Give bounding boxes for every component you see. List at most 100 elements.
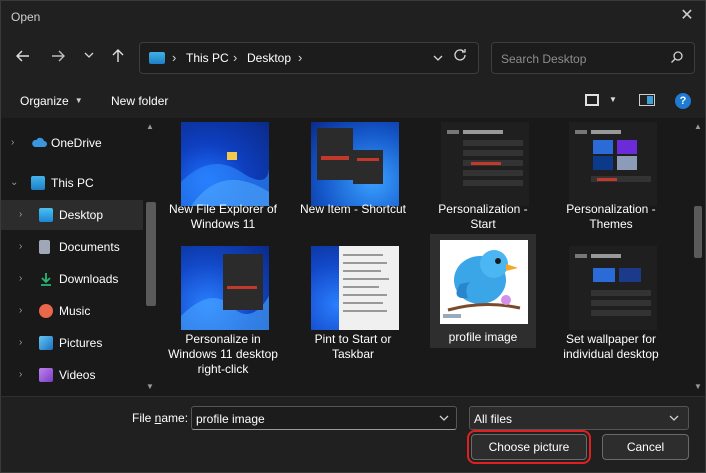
file-type-select[interactable]: All files	[469, 406, 689, 430]
search-input[interactable]: Search Desktop	[501, 52, 586, 66]
sidebar-item-onedrive[interactable]: › OneDrive	[1, 128, 143, 158]
file-type-value: All files	[474, 412, 513, 426]
breadcrumb-separator-icon: ›	[172, 50, 177, 65]
scroll-down-icon[interactable]: ▼	[694, 382, 702, 391]
navigation-bar: › This PC › Desktop › Search Desktop	[0, 32, 706, 84]
breadcrumb-separator-icon: ›	[298, 50, 303, 65]
navigation-pane: › OneDrive ⌄ This PC › Desktop › Documen…	[0, 118, 158, 396]
scroll-up-icon[interactable]: ▲	[694, 122, 702, 131]
file-name: Personalization - Themes	[566, 202, 656, 231]
title-bar: Open ✕	[0, 0, 706, 32]
file-name-label-suffix: ame:	[161, 411, 189, 425]
back-arrow-icon[interactable]	[13, 48, 33, 68]
chevron-down-icon[interactable]: ⌄	[10, 177, 18, 188]
preview-pane-icon[interactable]	[639, 94, 655, 106]
file-name: profile image	[448, 330, 518, 344]
breadcrumb-desktop[interactable]: Desktop	[247, 51, 291, 65]
file-name: New File Explorer of Windows 11	[168, 202, 278, 231]
refresh-icon[interactable]	[449, 47, 471, 69]
chevron-down-icon[interactable]	[438, 412, 450, 427]
window-title: Open	[11, 10, 41, 24]
scrollbar-thumb[interactable]	[146, 202, 156, 306]
organize-button[interactable]: Organize ▼	[20, 94, 83, 108]
scroll-up-icon[interactable]: ▲	[146, 122, 154, 131]
download-icon	[39, 272, 53, 286]
file-name: Personalization - Start	[438, 202, 528, 231]
image-thumbnail	[181, 246, 269, 330]
sidebar-item-pictures[interactable]: › Pictures	[1, 328, 143, 358]
search-box[interactable]: Search Desktop	[491, 42, 695, 74]
address-history-chevron-icon[interactable]	[432, 52, 444, 67]
sidebar-item-label: This PC	[51, 176, 94, 190]
file-item[interactable]: New Item - Shortcut	[298, 118, 408, 236]
image-thumbnail	[311, 246, 399, 330]
file-dialog-footer: File name: profile image All files Choos…	[0, 396, 706, 473]
file-list: New File Explorer of Windows 11 New Item…	[158, 118, 690, 396]
sidebar-scrollbar[interactable]: ▲ ▼	[143, 118, 158, 396]
file-item[interactable]: New File Explorer of Windows 11	[168, 118, 278, 236]
chevron-right-icon[interactable]: ›	[19, 305, 22, 316]
up-arrow-icon[interactable]	[108, 48, 128, 68]
chevron-right-icon[interactable]: ›	[19, 241, 22, 252]
help-icon[interactable]: ?	[675, 93, 691, 109]
file-item[interactable]: Pint to Start or Taskbar	[298, 236, 408, 396]
image-thumbnail	[440, 240, 528, 324]
cloud-icon	[31, 136, 47, 150]
file-item[interactable]: Personalization - Start	[428, 118, 538, 236]
sidebar-item-downloads[interactable]: › Downloads	[1, 264, 143, 294]
image-thumbnail	[311, 122, 399, 206]
close-icon[interactable]: ✕	[679, 8, 695, 24]
file-item[interactable]: Personalization - Themes	[556, 118, 666, 236]
address-bar[interactable]: › This PC › Desktop ›	[139, 42, 479, 74]
search-icon[interactable]	[670, 50, 684, 64]
file-name: Pint to Start or Taskbar	[314, 332, 392, 361]
sidebar-item-desktop[interactable]: › Desktop	[1, 200, 143, 230]
pictures-icon	[39, 336, 53, 350]
chevron-down-icon[interactable]	[79, 48, 99, 68]
file-item-selected[interactable]: profile image	[430, 234, 536, 348]
scroll-down-icon[interactable]: ▼	[146, 382, 154, 391]
file-name-value[interactable]: profile image	[196, 412, 265, 426]
image-thumbnail	[181, 122, 269, 206]
file-name: Personalize in Windows 11 desktop right-…	[168, 332, 278, 376]
new-folder-button[interactable]: New folder	[111, 94, 168, 108]
videos-icon	[39, 368, 53, 382]
choose-picture-button[interactable]: Choose picture	[467, 430, 591, 464]
image-thumbnail	[569, 246, 657, 330]
file-item[interactable]: Personalize in Windows 11 desktop right-…	[168, 236, 278, 396]
sidebar-item-this-pc[interactable]: ⌄ This PC	[1, 168, 143, 198]
file-name: New Item - Shortcut	[299, 202, 407, 216]
chevron-right-icon[interactable]: ›	[19, 337, 22, 348]
chevron-right-icon[interactable]: ›	[19, 369, 22, 380]
chevron-right-icon[interactable]: ›	[11, 137, 14, 148]
sidebar-item-videos[interactable]: › Videos	[1, 360, 143, 390]
computer-icon	[31, 176, 45, 190]
forward-arrow-icon[interactable]	[48, 48, 68, 68]
sidebar-item-documents[interactable]: › Documents	[1, 232, 143, 262]
image-thumbnail	[441, 122, 529, 206]
breadcrumb-separator-icon: ›	[233, 50, 238, 65]
view-icon[interactable]	[585, 94, 599, 106]
chevron-right-icon[interactable]: ›	[19, 209, 22, 220]
scrollbar-thumb[interactable]	[694, 206, 702, 258]
sidebar-item-label: Documents	[59, 240, 120, 254]
breadcrumb-this-pc[interactable]: This PC	[186, 51, 229, 65]
view-options-caret-icon[interactable]: ▼	[609, 95, 617, 104]
cancel-button[interactable]: Cancel	[602, 434, 689, 460]
sidebar-item-label: Downloads	[59, 272, 119, 286]
sidebar-item-label: Pictures	[59, 336, 103, 350]
file-item[interactable]: Set wallpaper for individual desktop	[556, 236, 666, 396]
content-scrollbar[interactable]: ▲ ▼	[690, 118, 706, 396]
sidebar-item-music[interactable]: › Music	[1, 296, 143, 326]
chevron-down-icon[interactable]	[668, 412, 680, 427]
file-name-label-prefix: File	[132, 411, 155, 425]
file-name: Set wallpaper for individual desktop	[563, 332, 659, 361]
file-name-field[interactable]: profile image	[191, 406, 457, 430]
caret-down-icon: ▼	[74, 96, 83, 105]
chevron-right-icon[interactable]: ›	[19, 273, 22, 284]
sidebar-item-label: OneDrive	[51, 136, 102, 150]
computer-icon	[149, 52, 165, 64]
file-name-label: File name:	[132, 411, 188, 425]
organize-label: Organize	[20, 94, 69, 108]
document-icon	[39, 240, 50, 254]
